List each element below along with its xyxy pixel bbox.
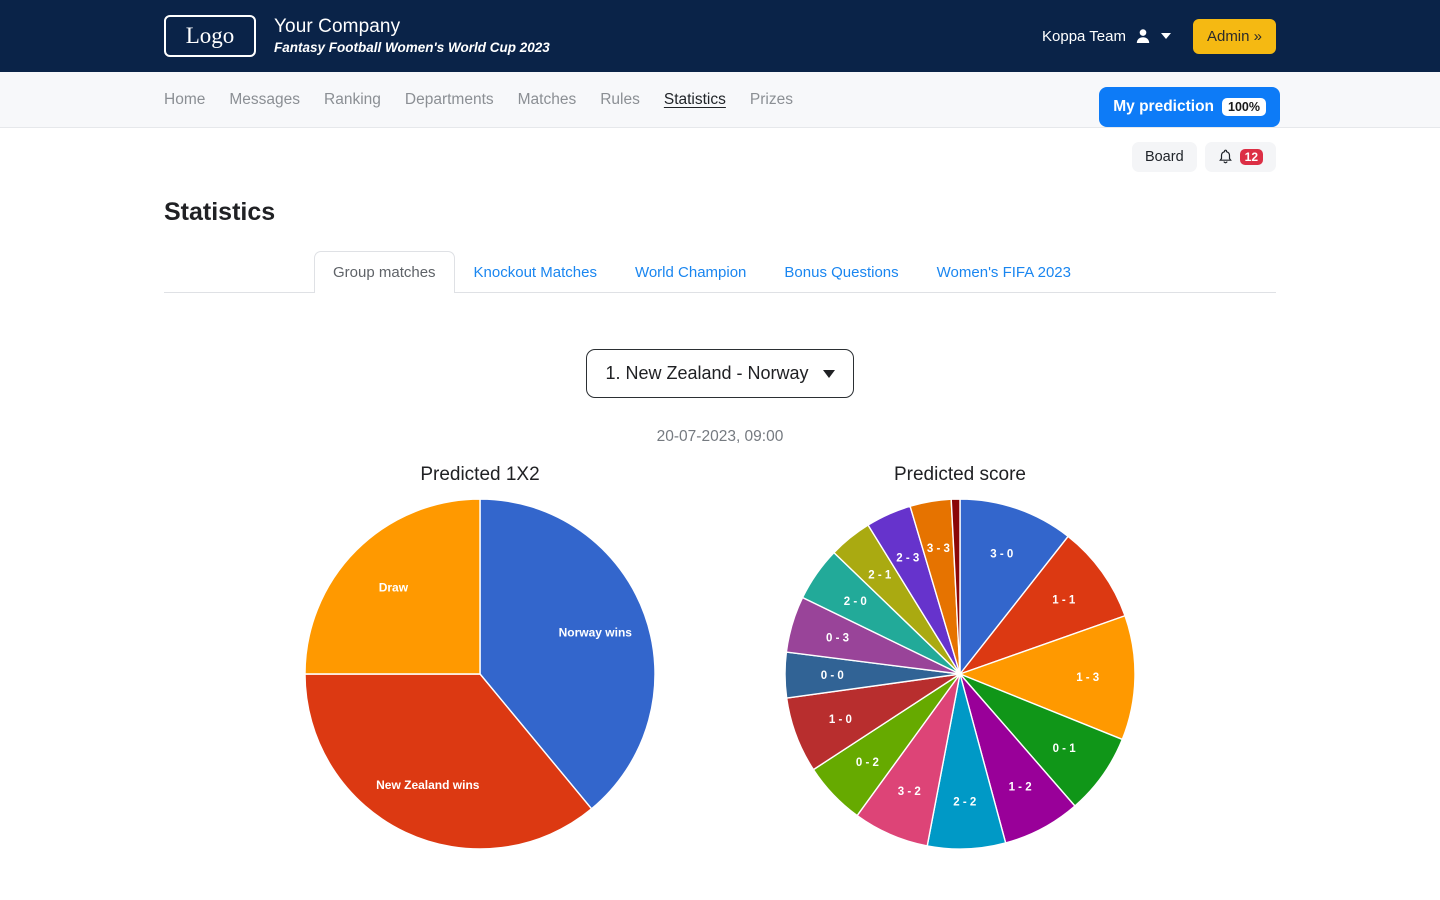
chart-title: Predicted 1X2 <box>300 464 660 486</box>
pie-slice-label: 1 - 1 <box>1052 595 1076 607</box>
pie-slice-label: 2 - 0 <box>844 596 867 608</box>
match-select-value: 1. New Zealand - Norway <box>605 363 808 384</box>
chevron-down-icon <box>823 370 835 378</box>
pie-slice-label: Norway wins <box>559 626 633 640</box>
tab-womens-fifa-2023[interactable]: Women's FIFA 2023 <box>918 251 1090 293</box>
match-datetime: 20-07-2023, 09:00 <box>164 428 1276 446</box>
nav-links: Home Messages Ranking Departments Matche… <box>164 91 793 109</box>
pie-slice-label: 0 - 2 <box>856 757 879 769</box>
company-tagline: Fantasy Football Women's World Cup 2023 <box>274 40 550 56</box>
pie-slice-label: 3 - 3 <box>927 543 950 555</box>
pie-slice-label: 3 - 0 <box>990 548 1013 560</box>
nav-item-departments[interactable]: Departments <box>405 91 494 109</box>
nav-item-matches[interactable]: Matches <box>518 91 577 109</box>
pie-slice-label: 0 - 1 <box>1053 743 1077 755</box>
pie-chart-score: 3 - 0 1 - 1 1 - 3 0 - 1 1 - 2 2 - 2 3 - 2 0 - 2… <box>780 494 1140 854</box>
chart-predicted-1x2: Predicted 1X2 Norway wins New Zealand win… <box>300 464 660 859</box>
admin-button[interactable]: Admin » <box>1193 19 1276 54</box>
person-icon <box>1135 28 1151 44</box>
bell-icon <box>1218 149 1233 165</box>
nav-item-ranking[interactable]: Ranking <box>324 91 381 109</box>
pie-slice-label: 3 - 2 <box>898 786 921 798</box>
top-header: Logo Your Company Fantasy Football Women… <box>0 0 1440 72</box>
tab-world-champion[interactable]: World Champion <box>616 251 765 293</box>
pie-chart-1x2: Norway wins New Zealand wins Draw <box>300 494 660 854</box>
notification-count-badge: 12 <box>1240 149 1263 165</box>
statistics-tabs: Group matches Knockout Matches World Cha… <box>164 251 1276 293</box>
user-name: Koppa Team <box>1042 28 1126 45</box>
pie-slice-label: 1 - 2 <box>1009 782 1032 794</box>
secondary-action-row: Board 12 <box>164 128 1276 172</box>
pie-slice-label: Draw <box>379 580 409 594</box>
tab-knockout-matches[interactable]: Knockout Matches <box>455 251 616 293</box>
nav-item-home[interactable]: Home <box>164 91 205 109</box>
pie-slice-label: 1 - 3 <box>1076 672 1099 684</box>
board-button[interactable]: Board <box>1132 142 1197 172</box>
charts-area: Predicted 1X2 Norway wins New Zealand win… <box>164 464 1276 859</box>
match-select[interactable]: 1. New Zealand - Norway <box>586 349 853 398</box>
nav-item-messages[interactable]: Messages <box>229 91 300 109</box>
pie-slice-label: 1 - 0 <box>829 714 852 726</box>
pie-slice-label: 2 - 2 <box>953 797 976 809</box>
tab-group-matches[interactable]: Group matches <box>314 251 455 293</box>
pie-slice-label: 0 - 0 <box>821 670 844 682</box>
chart-title: Predicted score <box>780 464 1140 486</box>
page-title: Statistics <box>164 198 1276 227</box>
main-navbar: Home Messages Ranking Departments Matche… <box>0 72 1440 128</box>
pie-slice-label: 2 - 1 <box>868 570 892 582</box>
my-prediction-button[interactable]: My prediction 100% <box>1099 87 1280 127</box>
notifications-button[interactable]: 12 <box>1205 142 1276 172</box>
nav-item-statistics[interactable]: Statistics <box>664 91 726 109</box>
user-menu[interactable]: Koppa Team <box>1042 28 1171 45</box>
nav-item-rules[interactable]: Rules <box>600 91 640 109</box>
prediction-percent-badge: 100% <box>1222 98 1266 116</box>
pie-slice-label: New Zealand wins <box>376 778 480 792</box>
my-prediction-label: My prediction <box>1113 98 1214 116</box>
nav-item-prizes[interactable]: Prizes <box>750 91 793 109</box>
pie-slice-label: 2 - 3 <box>896 552 919 564</box>
tab-bonus-questions[interactable]: Bonus Questions <box>765 251 917 293</box>
brand[interactable]: Logo Your Company Fantasy Football Women… <box>164 15 550 57</box>
company-name: Your Company <box>274 16 550 38</box>
pie-slice-label: 0 - 3 <box>826 633 849 645</box>
chevron-down-icon[interactable] <box>1161 33 1171 39</box>
logo[interactable]: Logo <box>164 15 256 57</box>
chart-predicted-score: Predicted score 3 - 0 1 - 1 1 - 3 0 - 1 1 - … <box>780 464 1140 859</box>
